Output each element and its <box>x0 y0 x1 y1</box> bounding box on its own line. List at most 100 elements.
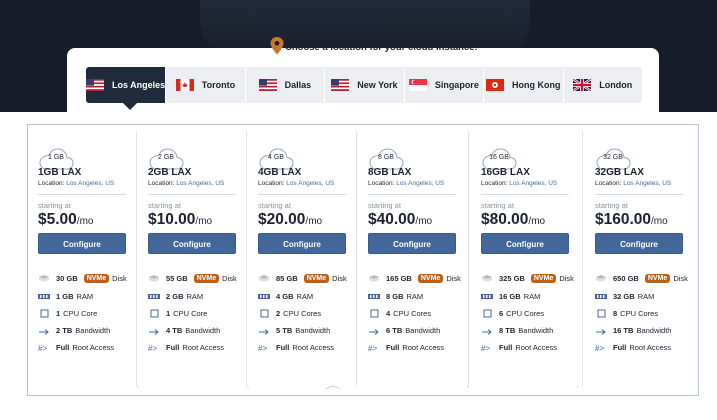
bandwidth-icon <box>482 329 492 335</box>
feature-cpu: 1 CPU Core <box>38 309 97 318</box>
plan-price: $10.00/mo <box>148 211 212 229</box>
plan-location: Location: Los Angeles, US <box>368 180 444 187</box>
us-flag-icon <box>86 79 104 91</box>
tab-singapore[interactable]: Singapore <box>405 67 485 103</box>
svg-text:#>: #> <box>481 344 490 352</box>
price-period: /mo <box>76 216 94 227</box>
configure-button[interactable]: Configure <box>368 233 456 254</box>
price-period: /mo <box>651 216 668 227</box>
card-divider <box>356 131 357 386</box>
starting-label: starting at <box>595 201 628 210</box>
configure-button[interactable]: Configure <box>481 233 569 254</box>
nvme-badge: NVMe <box>303 274 330 283</box>
disk-icon <box>369 275 379 282</box>
ram-badge: 1 GB <box>48 154 64 161</box>
feature-ram: 32 GB RAM <box>595 292 654 301</box>
cpu-icon <box>483 309 492 318</box>
plan-location: Location: Los Angeles, US <box>38 180 114 187</box>
ram-badge: 8 GB <box>378 154 394 161</box>
feature-disk: 85 GB NVMe Disk <box>258 274 347 283</box>
ram-badge: 16 GB <box>489 154 509 161</box>
feature-root-access: #> Full Root Access <box>481 343 558 352</box>
feature-bandwidth: 2 TB Bandwidth <box>38 326 110 335</box>
plan-card: 16 GB 16GB LAX Location: Los Angeles, US… <box>481 133 591 383</box>
tab-label: Hong Kong <box>512 80 561 90</box>
ram-icon <box>38 294 50 299</box>
svg-text:#>: #> <box>258 344 267 352</box>
bandwidth-icon <box>39 329 49 335</box>
tab-label: London <box>599 80 633 90</box>
card-divider <box>468 131 469 386</box>
tab-new-york[interactable]: New York <box>325 67 405 103</box>
configure-button[interactable]: Configure <box>38 233 126 254</box>
bandwidth-icon <box>259 329 269 335</box>
location-label: Location: <box>368 180 395 187</box>
hash-icon: #> <box>595 344 604 352</box>
feature-disk: 650 GB NVMe Disk <box>595 274 688 283</box>
us-flag-icon <box>331 79 350 91</box>
tab-dallas[interactable]: Dallas <box>246 67 326 103</box>
hash-icon: #> <box>258 344 267 352</box>
sg-flag-icon <box>408 79 427 91</box>
feature-ram: 8 GB RAM <box>368 292 423 301</box>
ram-icon <box>258 294 270 299</box>
us-flag-icon <box>258 79 277 91</box>
starting-label: starting at <box>148 201 181 210</box>
location-label: Location: <box>258 180 285 187</box>
disk-icon <box>482 275 492 282</box>
nvme-badge: NVMe <box>530 274 557 283</box>
bandwidth-icon <box>369 329 379 335</box>
tab-los-angeles[interactable]: Los Angeles <box>86 67 167 103</box>
configure-button[interactable]: Configure <box>595 233 683 254</box>
feature-root-access: #> Full Root Access <box>368 343 445 352</box>
nvme-badge: NVMe <box>644 274 671 283</box>
cpu-icon <box>150 309 159 318</box>
nvme-badge: NVMe <box>417 274 444 283</box>
plan-card: 2 GB 2GB LAX Location: Los Angeles, US s… <box>148 133 258 383</box>
cpu-icon <box>597 309 606 318</box>
tab-hong-kong[interactable]: Hong Kong <box>484 67 564 103</box>
disk-icon <box>39 275 49 282</box>
disk-icon <box>596 275 606 282</box>
cpu-icon <box>260 309 269 318</box>
card-divider <box>582 131 583 386</box>
starting-label: starting at <box>481 201 514 210</box>
disk-icon <box>149 275 159 282</box>
feature-cpu: 8 CPU Cores <box>595 309 658 318</box>
nvme-badge: NVMe <box>193 274 220 283</box>
configure-button[interactable]: Configure <box>258 233 346 254</box>
starting-label: starting at <box>258 201 291 210</box>
price-period: /mo <box>305 216 323 227</box>
svg-text:#>: #> <box>38 344 47 352</box>
plan-location: Location: Los Angeles, US <box>481 180 557 187</box>
tab-label: Los Angeles <box>112 80 166 90</box>
plan-name: 1GB LAX <box>38 167 82 178</box>
divider <box>595 194 683 195</box>
starting-label: starting at <box>38 201 71 210</box>
ram-badge: 32 GB <box>603 154 623 161</box>
feature-cpu: 2 CPU Cores <box>258 309 321 318</box>
hash-icon: #> <box>368 344 377 352</box>
configure-button[interactable]: Configure <box>148 233 236 254</box>
hash-icon: #> <box>38 344 47 352</box>
location-city: Los Angeles, US <box>176 180 225 187</box>
plan-price: $160.00/mo <box>595 211 668 229</box>
location-title: Choose a location for your cloud instanc… <box>285 42 478 53</box>
nvme-badge: NVMe <box>83 274 110 283</box>
active-tab-indicator <box>123 103 137 110</box>
price-amount: $40.00 <box>368 211 416 228</box>
location-city: Los Angeles, US <box>623 180 672 187</box>
feature-bandwidth: 16 TB Bandwidth <box>595 326 671 335</box>
ram-icon <box>148 294 160 299</box>
feature-ram: 2 GB RAM <box>148 292 203 301</box>
location-label: Location: <box>38 180 65 187</box>
price-amount: $10.00 <box>148 211 196 228</box>
tab-toronto[interactable]: Toronto <box>166 67 246 103</box>
ram-icon <box>368 294 380 299</box>
disk-icon <box>259 275 269 282</box>
tab-london[interactable]: London <box>564 67 642 103</box>
price-period: /mo <box>415 216 433 227</box>
uk-flag-icon <box>573 79 592 91</box>
divider <box>38 194 126 195</box>
feature-disk: 30 GB NVMe Disk <box>38 274 127 283</box>
